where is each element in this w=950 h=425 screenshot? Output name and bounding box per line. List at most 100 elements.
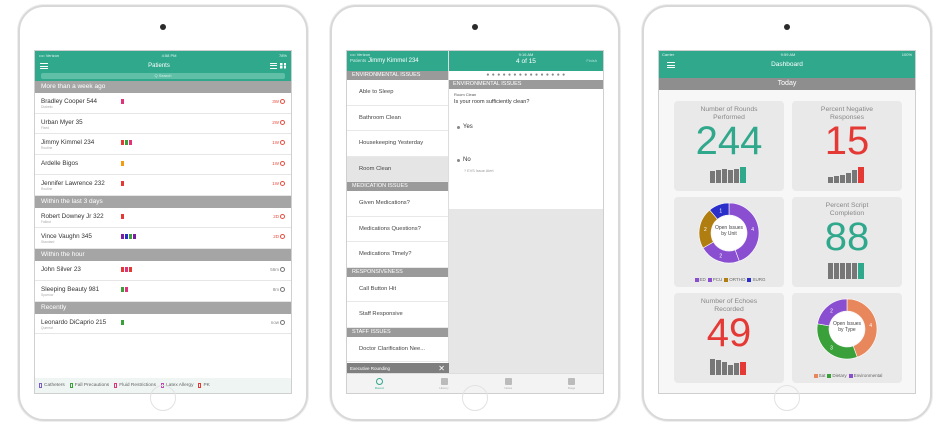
question-item[interactable]: Staff Responsive xyxy=(347,302,448,328)
rounds-card[interactable]: Number of Rounds Performed 244 xyxy=(674,101,784,191)
notes-icon xyxy=(504,377,512,385)
menu-icon[interactable] xyxy=(40,62,48,69)
search-bar[interactable]: Q Search xyxy=(35,72,291,81)
patient-row[interactable]: Jimmy Kimmel 234 Routine 1W xyxy=(35,134,291,155)
page-title: Dashboard xyxy=(771,61,803,68)
script-card[interactable]: Percent Script Completion 88 xyxy=(792,197,902,287)
patient-row[interactable]: Sleeping Beauty 981 Sparrow 8m xyxy=(35,281,291,302)
question-item[interactable]: Room Clean xyxy=(347,156,448,182)
last-visit-time: 3W xyxy=(272,99,279,104)
battery: 100% xyxy=(901,52,912,57)
patient-row[interactable]: Leonardo DiCaprio 215 Quereat now xyxy=(35,314,291,334)
legend-swatch xyxy=(724,277,729,282)
carrier: Carrier xyxy=(662,52,675,57)
legend-label: PCU xyxy=(712,277,723,282)
patient-flags xyxy=(121,319,124,325)
legend-label: Catheters xyxy=(44,383,65,388)
patient-room: 232 xyxy=(94,180,105,187)
legend-swatch xyxy=(747,277,752,282)
legend-label: PK xyxy=(203,383,210,388)
patient-row[interactable]: Vince Vaughn 345 Standard 2D xyxy=(35,228,291,249)
patient-flags xyxy=(121,160,124,166)
tab-history[interactable]: History xyxy=(439,377,449,390)
flag-icon xyxy=(121,319,124,325)
last-visit-time: now xyxy=(270,319,279,325)
section-header: Within the last 3 days xyxy=(35,195,291,208)
last-visit: 2D xyxy=(273,234,285,239)
last-visit-time: 1W xyxy=(272,140,279,145)
patient-row[interactable]: Ardelle Bigos 1W xyxy=(35,155,291,175)
question-group-header: STAFF ISSUES xyxy=(347,327,448,337)
negative-bars xyxy=(828,167,864,183)
unit-donut-legend: ED PCU ORTHO SURG xyxy=(674,277,784,282)
clock-icon xyxy=(280,234,285,239)
patient-row[interactable]: Bradley Cooper 544 Diabetic 3W xyxy=(35,93,291,114)
slice-value-label: 2 xyxy=(719,254,722,260)
script-value: 88 xyxy=(824,215,870,259)
patient-row[interactable]: Robert Downey Jr 322 Fallout 2D xyxy=(35,208,291,228)
question-item[interactable]: Given Medications? xyxy=(347,191,448,217)
patient-row[interactable]: Urban Myer 35 Fixed 2W xyxy=(35,114,291,134)
legend-item[interactable]: Fall Precautions xyxy=(69,383,109,388)
home-button[interactable] xyxy=(150,385,176,411)
patient-full-name: Jennifer Lawrence xyxy=(41,180,93,187)
patient-name: Vince Vaughn 345 xyxy=(41,233,92,240)
type-donut-card[interactable]: 4 3 2 Open Issues by Type Sat Dietary Environ… xyxy=(792,293,902,383)
option-yes[interactable]: Yes xyxy=(457,124,473,130)
home-button[interactable] xyxy=(774,385,800,411)
option-no[interactable]: No xyxy=(457,157,471,163)
question-item[interactable]: Call Button Hit xyxy=(347,277,448,302)
patient-name: Jimmy Kimmel 234 xyxy=(41,139,94,146)
issue-alert-link[interactable]: ? EVS Issue Alert xyxy=(464,169,494,173)
question-item[interactable]: Housekeeping Yesterday xyxy=(347,131,448,157)
legend-swatch xyxy=(848,373,853,378)
patient-name: Leonardo DiCaprio 215 xyxy=(41,319,106,326)
question-item[interactable]: Doctor Clarification Nee... xyxy=(347,337,448,362)
dashboard-header: Carrier 9:59 AM 100% Dashboard xyxy=(659,51,915,78)
patient-row[interactable]: Jennifer Lawrence 232 Routine 1W xyxy=(35,175,291,196)
period-bar[interactable]: Today xyxy=(659,78,915,90)
last-visit: 8m xyxy=(273,287,285,292)
option-no-label: No xyxy=(463,157,471,163)
negative-card[interactable]: Percent Negative Responses 15 xyxy=(792,101,902,191)
patient-name: Robert Downey Jr 322 xyxy=(41,213,104,220)
legend-item[interactable]: Catheters xyxy=(39,383,65,388)
list-view-icon[interactable] xyxy=(270,62,277,69)
tab-notes[interactable]: Notes xyxy=(504,377,513,390)
status-bar: •••• Verizon 4:58 PM 78% xyxy=(35,51,291,59)
grid-view-icon[interactable] xyxy=(280,62,286,69)
section-header: Within the hour xyxy=(35,248,291,261)
clock-icon xyxy=(280,99,285,104)
tab-label: Notes xyxy=(504,385,513,390)
back-button[interactable]: Patients xyxy=(350,58,366,63)
tab-flags[interactable]: Flags xyxy=(568,377,575,390)
clock-icon xyxy=(280,319,285,325)
patient-row[interactable]: John Silver 23 56m xyxy=(35,261,291,281)
last-visit-time: 2D xyxy=(273,213,279,219)
question-counter: 4 of 15 xyxy=(516,58,536,65)
legend-swatch xyxy=(694,277,699,282)
question-text: Is your room sufficiently clean? xyxy=(454,99,530,105)
search-input[interactable]: Q Search xyxy=(41,73,285,79)
legend-item[interactable]: Fluid Restrictions xyxy=(114,383,156,388)
patient-name: Urban Myer 35 xyxy=(41,119,83,126)
unit-donut-card[interactable]: 4 2 2 1 Open Issues by Unit ED PCU ORTHO SURG xyxy=(674,197,784,287)
home-button[interactable] xyxy=(462,385,488,411)
patient-room: 215 xyxy=(95,318,107,326)
finish-button[interactable]: Finish xyxy=(586,58,597,63)
tab-round[interactable]: Round xyxy=(375,377,384,390)
question-item[interactable]: Medications Timely? xyxy=(347,242,448,268)
left-header: •••• Verizon Patients Jimmy Kimmel 234 xyxy=(347,51,448,71)
question-item[interactable]: Medications Questions? xyxy=(347,217,448,242)
legend-item[interactable]: PK xyxy=(198,383,210,388)
patient-full-name: Robert Downey Jr xyxy=(41,212,92,220)
camera xyxy=(472,24,478,30)
question-category: Room Clean xyxy=(454,92,477,97)
patient-flags xyxy=(121,181,124,186)
echoes-card[interactable]: Number of Echoes Recorded 49 xyxy=(674,293,784,383)
question-item[interactable]: Able to Sleep xyxy=(347,80,448,106)
patient-subtitle: Routine xyxy=(41,146,53,150)
question-item[interactable]: Bathroom Clean xyxy=(347,106,448,131)
flag-icon xyxy=(133,234,136,239)
ipad-rounding: •••• Verizon Patients Jimmy Kimmel 234 E… xyxy=(330,5,620,421)
